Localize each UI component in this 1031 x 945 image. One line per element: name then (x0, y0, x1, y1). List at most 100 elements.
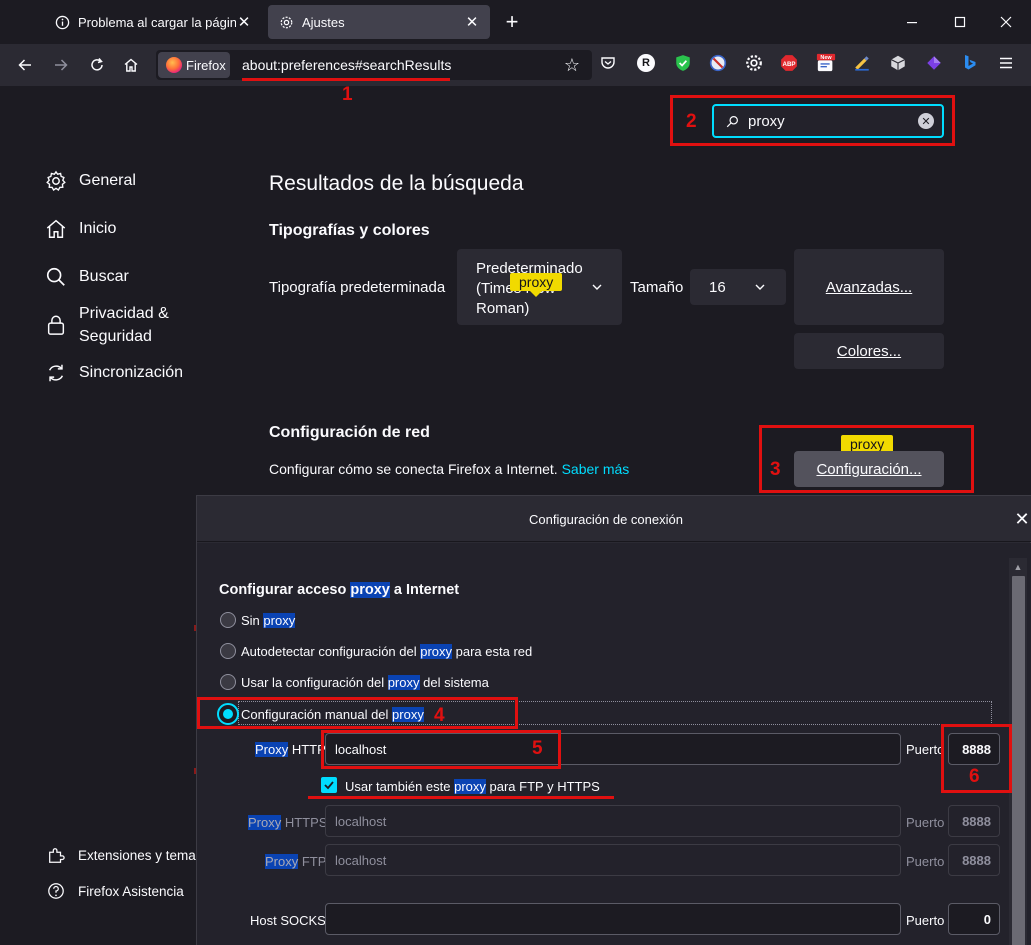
ftp-port-input: 8888 (948, 844, 1000, 876)
option-pre: Sin (241, 613, 264, 628)
sidebar-footer-extensions[interactable]: Extensiones y temas (46, 845, 203, 865)
sidebar-item-label: Privacidad & Seguridad (79, 302, 169, 348)
forward-arrow-icon[interactable] (49, 53, 73, 77)
sidebar-label-line2: Seguridad (79, 328, 152, 345)
sidebar-item-sync[interactable]: Sincronización (44, 361, 183, 385)
sidebar-item-label: Buscar (79, 268, 129, 285)
reload-icon[interactable] (85, 53, 109, 77)
minimize-icon[interactable] (900, 10, 924, 34)
window-close-icon[interactable] (994, 10, 1018, 34)
dialog-close-icon[interactable]: ✕ (1013, 509, 1031, 529)
ftp-proxy-value: localhost (335, 852, 387, 868)
annotation-underline-1 (242, 78, 450, 81)
advanced-fonts-button[interactable]: Avanzadas... (794, 249, 944, 325)
also-highlight: proxy (454, 779, 486, 794)
svg-text:ABP: ABP (782, 61, 795, 68)
back-arrow-icon[interactable] (13, 53, 37, 77)
also-post: para FTP y HTTPS (485, 779, 600, 794)
scrollbar-thumb[interactable] (1012, 576, 1025, 945)
radio-autodetect[interactable] (220, 643, 236, 659)
also-use-proxy-checkbox[interactable] (321, 777, 337, 793)
label-highlight: Proxy (248, 815, 282, 830)
https-port-label: Puerto (906, 815, 945, 830)
tab-label: Ajustes (302, 14, 345, 30)
close-icon[interactable]: ✕ (464, 14, 480, 31)
cube-icon[interactable] (888, 53, 908, 73)
pencil-icon[interactable] (852, 53, 872, 73)
socks-host-input[interactable] (325, 903, 901, 935)
new-badge-extension-icon[interactable]: New (816, 53, 836, 73)
ftp-port-label: Puerto (906, 854, 945, 869)
tab-strip: Problema al cargar la página ✕ Ajustes ✕… (0, 0, 1031, 44)
option-no-proxy-label: Sin proxy (241, 613, 296, 628)
socks-port-value: 0 (983, 911, 991, 927)
dialog-header: Configuración de conexión ✕ (197, 496, 1031, 542)
font-size-label: Tamaño (630, 279, 684, 296)
label-rest: FTP (298, 854, 327, 869)
colors-button[interactable]: Colores... (794, 333, 944, 369)
socks-port-input[interactable]: 0 (948, 903, 1000, 935)
option-autodetect-label: Autodetectar configuración del proxy par… (241, 644, 532, 659)
clear-search-icon[interactable]: ✕ (918, 113, 934, 129)
bookmark-star-icon[interactable]: ☆ (560, 53, 584, 77)
font-size-select[interactable]: 16 (690, 269, 786, 305)
learn-more-link[interactable]: Saber más (562, 461, 630, 477)
network-description-text: Configurar cómo se conecta Firefox a Int… (269, 461, 558, 477)
option-post: del sistema (419, 675, 489, 690)
maximize-icon[interactable] (948, 10, 972, 34)
sidebar-item-general[interactable]: General (44, 169, 136, 193)
sidebar-footer-label: Firefox Asistencia (78, 883, 184, 899)
svg-text:New: New (820, 55, 832, 61)
puzzle-icon (46, 845, 66, 865)
new-tab-button[interactable]: + (500, 9, 524, 34)
block-circle-icon[interactable] (708, 53, 728, 73)
gear-icon (44, 169, 68, 193)
close-icon[interactable]: ✕ (236, 14, 252, 31)
sidebar-item-label: Inicio (79, 220, 117, 237)
settings-cog-icon[interactable] (744, 53, 764, 73)
https-proxy-label: Proxy HTTPS (248, 815, 327, 830)
tab-settings[interactable]: Ajustes ✕ (268, 5, 490, 39)
annotation-number-4: 4 (434, 705, 445, 726)
purple-gem-icon[interactable] (924, 53, 944, 73)
https-port-input: 8888 (948, 805, 1000, 837)
chevron-down-icon (753, 280, 767, 294)
radio-system-proxy[interactable] (220, 674, 236, 690)
home-icon[interactable] (119, 53, 143, 77)
sidebar-label-line1: Privacidad & (79, 305, 169, 322)
navigation-toolbar: Firefox about:preferences#searchResults … (0, 44, 1031, 86)
tab-problem-loading[interactable]: Problema al cargar la página ✕ (44, 5, 262, 39)
option-system-label: Usar la configuración del proxy del sist… (241, 675, 489, 690)
annotation-underline-7 (308, 796, 614, 799)
sidebar-item-privacy[interactable]: Privacidad & Seguridad (44, 302, 169, 348)
annotation-number-5: 5 (532, 738, 543, 759)
menu-hamburger-icon[interactable] (996, 53, 1016, 73)
r-extension-icon[interactable]: R (637, 54, 655, 72)
url-text[interactable]: about:preferences#searchResults (242, 57, 451, 73)
ftp-proxy-label: Proxy FTP (265, 854, 326, 869)
sidebar-item-search[interactable]: Buscar (44, 265, 129, 289)
bing-icon[interactable] (960, 53, 980, 73)
chevron-down-icon (590, 280, 604, 294)
heading-pre: Configurar acceso (219, 582, 351, 598)
search-value: proxy (748, 112, 785, 130)
pocket-icon[interactable] (598, 53, 618, 73)
sidebar-footer-help[interactable]: Firefox Asistencia (46, 881, 184, 901)
identity-box[interactable]: Firefox (158, 52, 230, 78)
font-size-value: 16 (709, 279, 726, 296)
sidebar-footer-label: Extensiones y temas (78, 847, 203, 863)
network-heading: Configuración de red (269, 424, 430, 441)
scroll-up-arrow-icon[interactable]: ▲ (1012, 562, 1024, 572)
url-bar[interactable]: Firefox about:preferences#searchResults … (156, 50, 592, 80)
shield-check-icon[interactable] (673, 53, 693, 73)
adblock-plus-icon[interactable]: ABP (779, 53, 799, 73)
search-icon (724, 113, 740, 129)
sidebar-item-home[interactable]: Inicio (44, 217, 116, 241)
sidebar-item-label: Sincronización (79, 364, 184, 381)
radio-no-proxy[interactable] (220, 612, 236, 628)
label-highlight: Proxy (265, 854, 299, 869)
option-highlight: proxy (420, 644, 453, 659)
preferences-search-input[interactable]: proxy ✕ (712, 104, 944, 138)
sidebar-item-label: General (79, 172, 136, 189)
network-settings-button[interactable]: Configuración... (794, 451, 944, 487)
